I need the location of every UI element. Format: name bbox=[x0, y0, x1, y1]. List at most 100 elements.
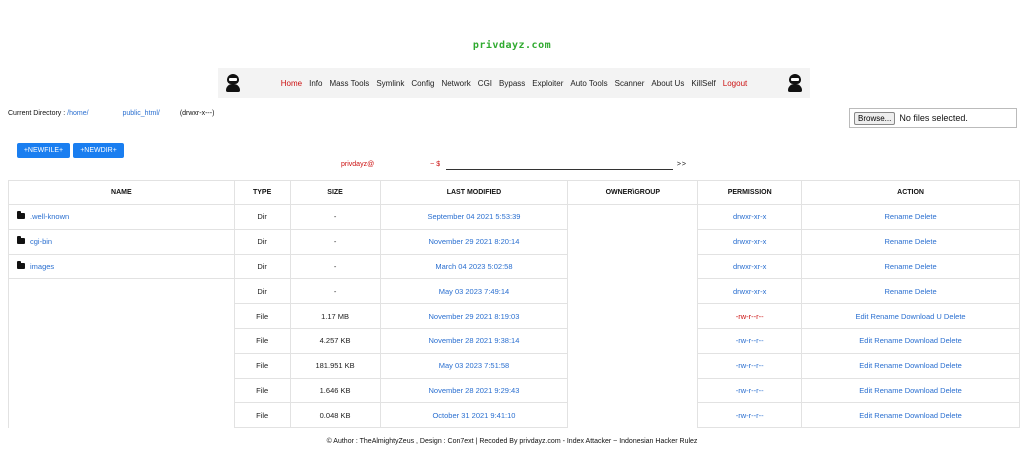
path-home-link[interactable]: /home/ bbox=[67, 110, 88, 117]
file-upload: Browse... No files selected. bbox=[849, 108, 1017, 128]
last-modified-link[interactable]: November 28 2021 9:38:14 bbox=[428, 336, 519, 345]
nav-item-config[interactable]: Config bbox=[408, 79, 438, 88]
permission-link[interactable]: -rw-r--r-- bbox=[736, 336, 764, 345]
nav-item-bypass[interactable]: Bypass bbox=[496, 79, 529, 88]
new-dir-button[interactable]: +NEWDIR+ bbox=[73, 143, 124, 158]
command-prompt-symbol: ~ $ bbox=[430, 160, 441, 168]
current-directory: Current Directory : /home/ public_html/ … bbox=[8, 110, 214, 117]
nav-item-scanner[interactable]: Scanner bbox=[611, 79, 648, 88]
nav-item-info[interactable]: Info bbox=[306, 79, 326, 88]
file-size-cell: 181.951 KB bbox=[289, 352, 381, 379]
file-actions[interactable]: Rename Delete bbox=[885, 237, 937, 246]
last-modified-link[interactable]: November 29 2021 8:20:14 bbox=[428, 237, 519, 246]
file-size: 1.646 KB bbox=[319, 385, 351, 395]
file-actions-cell: Edit Rename Download Delete bbox=[801, 327, 1020, 354]
last-modified-link[interactable]: October 31 2021 9:41:10 bbox=[432, 411, 515, 420]
column-header-last-modified[interactable]: LAST MODIFIED bbox=[379, 180, 569, 205]
file-upload-status: No files selected. bbox=[899, 113, 968, 123]
navbar: Home Info Mass Tools Symlink Config Network CG… bbox=[218, 68, 810, 98]
file-type: File bbox=[256, 385, 269, 395]
column-header-name[interactable]: NAME bbox=[8, 180, 235, 205]
file-actions[interactable]: Edit Rename Download Delete bbox=[859, 411, 962, 420]
owner-group-cell bbox=[567, 303, 699, 329]
nav-item-cgi[interactable]: CGI bbox=[474, 79, 495, 88]
column-header-permission[interactable]: PERMISSION bbox=[697, 180, 803, 205]
file-name-link[interactable]: .well-known bbox=[30, 212, 69, 221]
file-type: Dir bbox=[257, 237, 267, 247]
file-size: - bbox=[333, 286, 337, 296]
file-actions[interactable]: Edit Rename Download Delete bbox=[859, 386, 962, 395]
file-actions[interactable]: Edit Rename Download Delete bbox=[859, 361, 962, 370]
new-file-button[interactable]: +NEWFILE+ bbox=[17, 143, 70, 158]
nav-item-home[interactable]: Home bbox=[277, 79, 305, 88]
last-modified-link-cell: November 28 2021 9:29:43 bbox=[379, 377, 569, 404]
last-modified-link[interactable]: May 03 2023 7:49:14 bbox=[439, 287, 509, 296]
file-actions[interactable]: Edit Rename Download Delete bbox=[859, 336, 962, 345]
file-size-cell: 0.048 KB bbox=[289, 402, 381, 429]
last-modified-link[interactable]: March 04 2023 5:02:58 bbox=[435, 262, 512, 271]
permission-link-cell: drwxr-xr-x bbox=[697, 228, 803, 255]
file-size: - bbox=[333, 237, 337, 247]
permission-link-cell: -rw-r--r-- bbox=[697, 402, 803, 429]
file-name-link[interactable]: images bbox=[30, 262, 54, 271]
permission-link[interactable]: -rw-r--r-- bbox=[736, 411, 764, 420]
nav-item-logout[interactable]: Logout bbox=[719, 79, 750, 88]
ninja-avatar-icon bbox=[788, 74, 802, 92]
permission-link[interactable]: -rw-r--r-- bbox=[736, 361, 764, 370]
owner-group-cell bbox=[567, 229, 699, 255]
nav-item-exploiter[interactable]: Exploiter bbox=[529, 79, 567, 88]
file-type-cell: File bbox=[233, 377, 291, 404]
permission-link[interactable]: drwxr-xr-x bbox=[733, 212, 766, 221]
permission-link[interactable]: drwxr-xr-x bbox=[733, 262, 766, 271]
column-header-action[interactable]: ACTION bbox=[801, 180, 1020, 205]
file-actions-cell: Edit Rename Download Delete bbox=[801, 377, 1020, 404]
file-type-cell: Dir bbox=[233, 204, 291, 230]
table-row: File 4.257 KB November 28 2021 9:38:14 -rw-… bbox=[8, 327, 1020, 354]
file-actions-cell: Edit Rename Download Delete bbox=[801, 402, 1020, 429]
file-name-cell bbox=[8, 378, 235, 403]
nav-item-auto-tools[interactable]: Auto Tools bbox=[567, 79, 611, 88]
permission-link[interactable]: -rw-r--r-- bbox=[736, 386, 764, 395]
file-type-cell: File bbox=[233, 352, 291, 379]
file-type-cell: Dir bbox=[233, 228, 291, 255]
column-header-owner-group[interactable]: OWNER\GROUP bbox=[567, 180, 699, 205]
command-submit-button[interactable]: >> bbox=[677, 161, 687, 168]
nav-item-network[interactable]: Network bbox=[438, 79, 474, 88]
file-size: - bbox=[333, 212, 337, 222]
column-header-size[interactable]: SIZE bbox=[289, 180, 381, 205]
permission-link[interactable]: -rw-r--r-- bbox=[736, 312, 764, 321]
permission-link-cell: -rw-r--r-- bbox=[697, 377, 803, 404]
folder-icon bbox=[17, 211, 25, 220]
file-name-link[interactable]: cgi-bin bbox=[30, 237, 52, 246]
nav-item-killself[interactable]: KillSelf bbox=[688, 79, 719, 88]
permission-link-cell: -rw-r--r-- bbox=[697, 303, 803, 329]
file-actions[interactable]: Rename Delete bbox=[885, 212, 937, 221]
file-actions[interactable]: Rename Delete bbox=[885, 262, 937, 271]
column-header-type[interactable]: TYPE bbox=[233, 180, 291, 205]
last-modified-link[interactable]: May 03 2023 7:51:58 bbox=[439, 361, 509, 370]
file-size-cell: 1.17 MB bbox=[289, 303, 381, 329]
file-actions[interactable]: Rename Delete bbox=[885, 287, 937, 296]
file-actions[interactable]: Edit Rename Download U Delete bbox=[856, 312, 966, 321]
file-size: 181.951 KB bbox=[315, 361, 355, 371]
command-input[interactable] bbox=[446, 158, 673, 170]
nav-item-mass-tools[interactable]: Mass Tools bbox=[326, 79, 373, 88]
nav-item-symlink[interactable]: Symlink bbox=[373, 79, 408, 88]
file-type: File bbox=[256, 336, 269, 346]
current-directory-label: Current Directory : bbox=[8, 110, 66, 117]
file-size-cell: - bbox=[289, 204, 381, 230]
permission-link[interactable]: drwxr-xr-x bbox=[733, 237, 766, 246]
permission-link[interactable]: drwxr-xr-x bbox=[733, 287, 766, 296]
last-modified-link-cell: May 03 2023 7:51:58 bbox=[379, 352, 569, 379]
file-type-cell: File bbox=[233, 402, 291, 429]
last-modified-link[interactable]: November 28 2021 9:29:43 bbox=[428, 386, 519, 395]
file-type: Dir bbox=[257, 286, 267, 296]
file-size: - bbox=[333, 261, 337, 271]
last-modified-link[interactable]: November 29 2021 8:19:03 bbox=[428, 312, 519, 321]
table-row: .well-known Dir - September 04 2021 5:53:39… bbox=[8, 204, 1020, 230]
browse-button[interactable]: Browse... bbox=[854, 111, 896, 125]
file-actions-cell: Edit Rename Download U Delete bbox=[801, 303, 1020, 329]
last-modified-link[interactable]: September 04 2021 5:53:39 bbox=[427, 212, 520, 221]
path-public-html-link[interactable]: public_html/ bbox=[123, 110, 160, 117]
nav-item-about-us[interactable]: About Us bbox=[648, 79, 688, 88]
